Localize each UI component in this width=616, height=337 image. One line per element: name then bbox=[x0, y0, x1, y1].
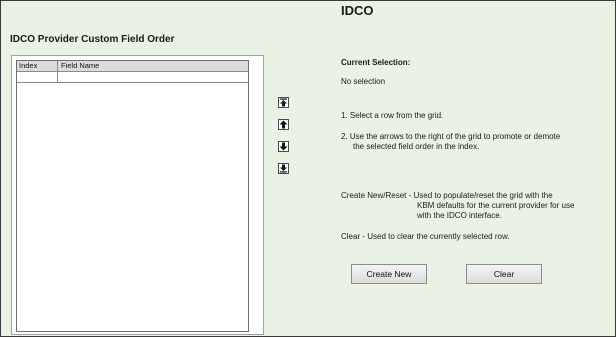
table-row[interactable] bbox=[17, 72, 248, 83]
grid-panel: Index Field Name bbox=[11, 55, 264, 335]
move-to-bottom-icon bbox=[280, 164, 287, 173]
move-to-bottom-button[interactable] bbox=[278, 163, 289, 174]
current-selection-value: No selection bbox=[341, 77, 386, 86]
page-title: IDCO bbox=[341, 3, 374, 18]
move-down-icon bbox=[279, 142, 288, 151]
section-title: IDCO Provider Custom Field Order bbox=[10, 34, 175, 45]
table-cell-field-name[interactable] bbox=[58, 72, 248, 82]
column-header-field-name[interactable]: Field Name bbox=[58, 61, 248, 71]
move-up-button[interactable] bbox=[278, 119, 289, 130]
help-create-new-line-3: with the IDCO interface. bbox=[417, 211, 502, 220]
field-order-grid[interactable]: Index Field Name bbox=[16, 60, 249, 332]
help-create-new-line-2: KBM defaults for the current provider fo… bbox=[417, 201, 575, 210]
create-new-button[interactable]: Create New bbox=[351, 264, 427, 284]
table-cell-index[interactable] bbox=[17, 72, 58, 82]
clear-button[interactable]: Clear bbox=[466, 264, 542, 284]
current-selection-label: Current Selection: bbox=[341, 58, 411, 67]
column-header-index[interactable]: Index bbox=[17, 61, 58, 71]
instruction-step-2-continued: the selected field order in the index. bbox=[353, 142, 480, 151]
move-to-top-icon bbox=[280, 98, 287, 107]
grid-header: Index Field Name bbox=[17, 61, 248, 72]
move-down-button[interactable] bbox=[278, 141, 289, 152]
instruction-step-2: 2. Use the arrows to the right of the gr… bbox=[341, 132, 561, 141]
idco-window: IDCO IDCO Provider Custom Field Order In… bbox=[0, 0, 616, 337]
move-to-top-button[interactable] bbox=[278, 97, 289, 108]
help-clear: Clear - Used to clear the currently sele… bbox=[341, 232, 510, 241]
move-up-icon bbox=[279, 120, 288, 129]
instruction-step-1: 1. Select a row from the grid. bbox=[341, 111, 444, 120]
help-create-new: Create New/Reset - Used to populate/rese… bbox=[341, 191, 553, 200]
